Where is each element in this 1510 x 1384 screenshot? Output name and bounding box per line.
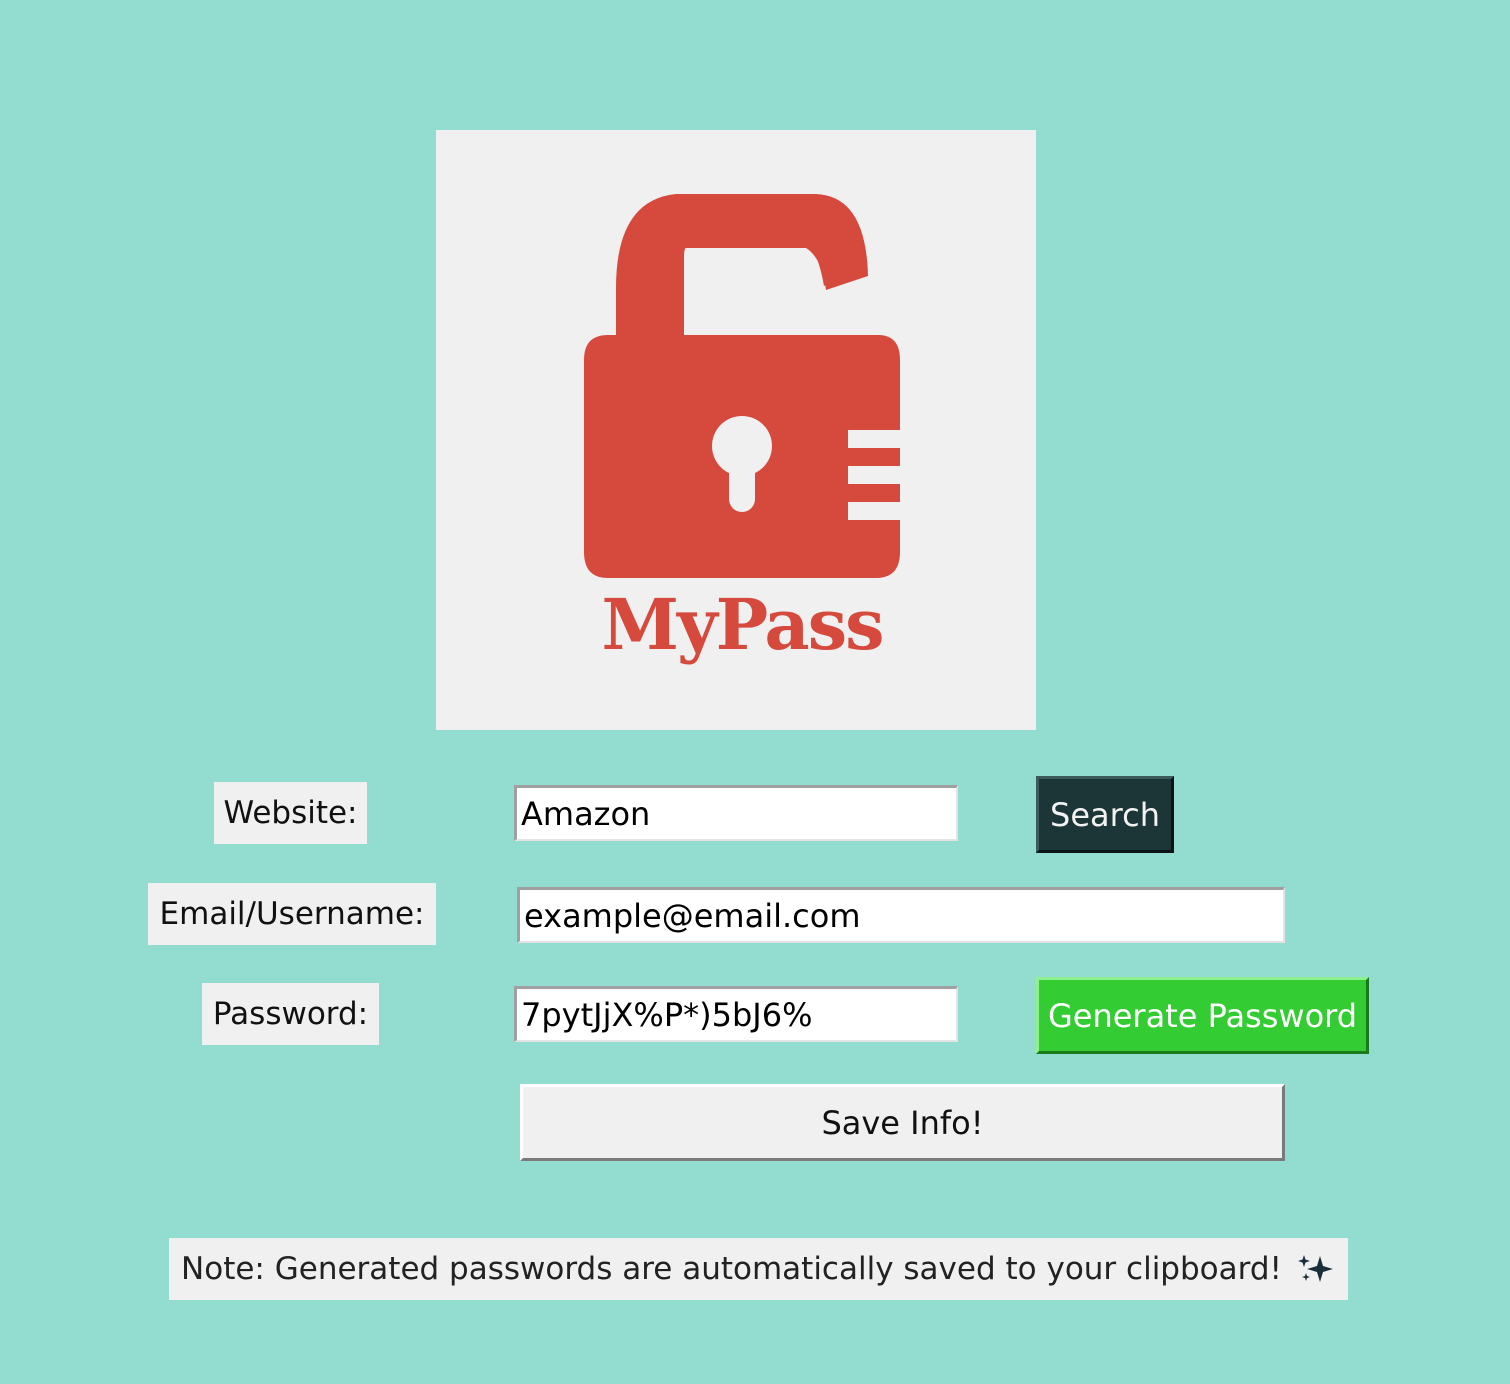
clipboard-note: Note: Generated passwords are automatica… [169,1238,1348,1300]
sparkles-icon [1296,1252,1336,1286]
generate-password-button[interactable]: Generate Password [1036,977,1369,1054]
password-input[interactable] [514,986,958,1042]
email-input[interactable] [517,887,1285,943]
email-label: Email/Username: [148,883,436,945]
website-label: Website: [214,782,367,844]
website-input[interactable] [514,785,958,841]
note-text: Note: Generated passwords are automatica… [181,1251,1282,1287]
search-button[interactable]: Search [1036,776,1174,853]
logo-text: MyPass [601,583,884,666]
save-info-button[interactable]: Save Info! [520,1084,1285,1161]
password-label: Password: [202,983,379,1045]
logo-canvas: MyPass [436,130,1036,730]
